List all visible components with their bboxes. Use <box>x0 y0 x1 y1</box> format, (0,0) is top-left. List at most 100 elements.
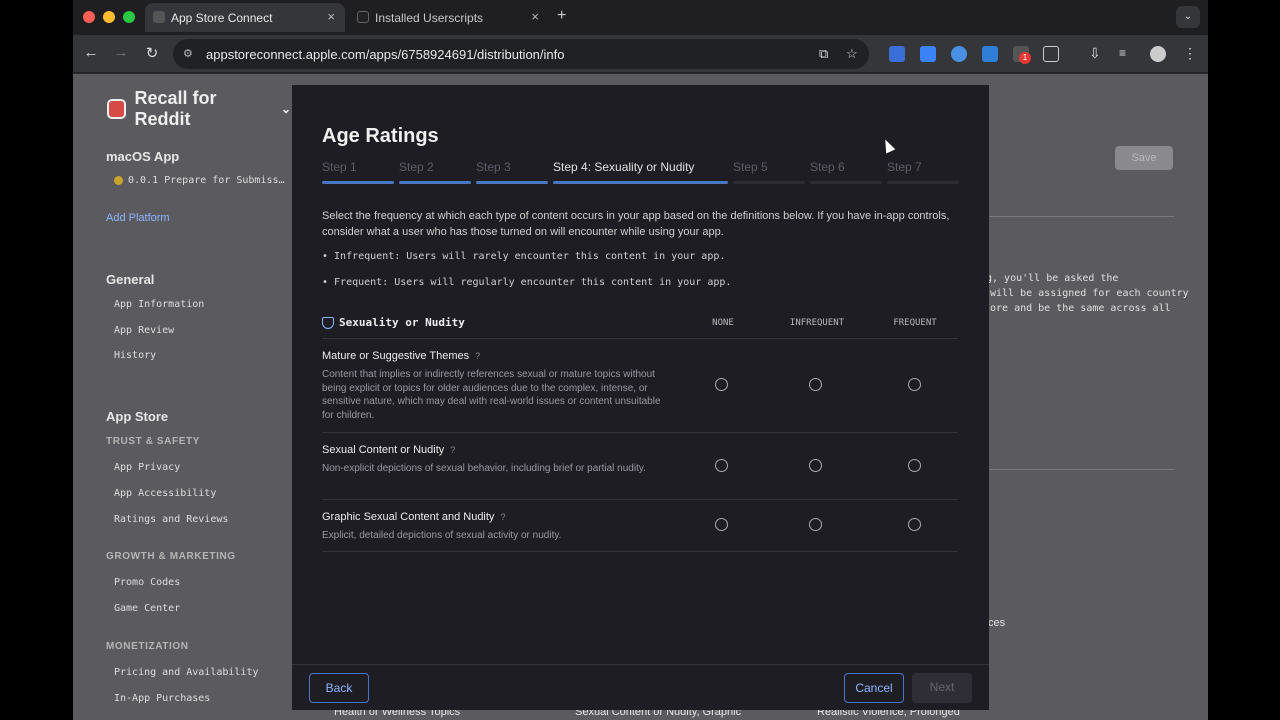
profile-avatar-icon[interactable] <box>1150 46 1166 62</box>
next-button[interactable]: Next <box>912 673 972 703</box>
section-title: Sexuality or Nudity <box>339 316 465 329</box>
sidebar-item-app-accessibility[interactable]: App Accessibility <box>114 488 216 499</box>
bg-text-line: will be assigned for each country <box>990 288 1189 299</box>
bookmark-star-icon[interactable]: ☆ <box>846 46 858 62</box>
bg-text-ces: ces <box>988 617 1006 629</box>
site-settings-icon[interactable]: ⚙ <box>183 47 197 61</box>
sidebar-item-history[interactable]: History <box>114 350 156 361</box>
extensions-puzzle-icon[interactable] <box>1043 46 1059 62</box>
section-header: Sexuality or Nudity <box>322 316 465 329</box>
mail-extension-icon[interactable] <box>889 46 905 62</box>
radio-sexual-infrequent[interactable] <box>809 459 822 472</box>
age-ratings-modal: Age Ratings Step 1 Step 2 Step 3 Step 4:… <box>292 85 989 710</box>
step-3: Step 3 <box>476 160 511 174</box>
apple-icon <box>153 11 165 23</box>
back-button[interactable]: Back <box>309 673 369 703</box>
version-item[interactable]: 0.0.1 Prepare for Submiss… <box>114 175 285 186</box>
step-progress-bar <box>553 181 728 184</box>
step-progress-bar <box>887 181 959 184</box>
minimize-window-button[interactable] <box>103 11 115 23</box>
help-icon[interactable]: ? <box>450 445 455 455</box>
step-6: Step 6 <box>810 160 845 174</box>
app-name: Recall for Reddit <box>134 88 217 129</box>
step-2: Step 2 <box>399 160 434 174</box>
sidebar-item-pricing[interactable]: Pricing and Availability <box>114 667 259 678</box>
page-content: Recall for Reddit ⌄ macOS App 0.0.1 Prep… <box>73 74 1208 720</box>
install-app-icon[interactable]: ⧉ <box>819 46 828 62</box>
appstore-header: App Store <box>106 409 169 424</box>
help-icon[interactable]: ? <box>475 351 480 361</box>
radio-mature-none[interactable] <box>715 378 728 391</box>
col-infrequent: INFREQUENT <box>789 318 845 328</box>
tab-search-button[interactable]: ⌄ <box>1176 6 1200 28</box>
step-progress-bar <box>399 181 471 184</box>
radio-graphic-none[interactable] <box>715 518 728 531</box>
sidebar-item-app-privacy[interactable]: App Privacy <box>114 462 180 473</box>
divider <box>322 499 958 500</box>
close-window-button[interactable] <box>83 11 95 23</box>
download-icon[interactable]: ⇩ <box>1089 46 1105 62</box>
tab-strip: App Store Connect × Installed Userscript… <box>73 0 1208 35</box>
app-switcher[interactable]: Recall for Reddit ⌄ <box>107 88 291 130</box>
help-icon[interactable]: ? <box>500 512 505 522</box>
puzzle-blue-extension-icon[interactable] <box>982 46 998 62</box>
sidebar-item-app-review[interactable]: App Review <box>114 325 174 336</box>
url-text[interactable]: appstoreconnect.apple.com/apps/675892469… <box>206 47 564 62</box>
tab-installed-userscripts[interactable]: Installed Userscripts × <box>349 3 549 32</box>
step-progress-bar <box>322 181 394 184</box>
reload-button[interactable]: ↻ <box>142 44 162 62</box>
step-progress-bar <box>733 181 805 184</box>
userscripts-icon <box>357 11 369 23</box>
step-progress-bar <box>810 181 882 184</box>
radio-mature-frequent[interactable] <box>908 378 921 391</box>
bullet-frequent: • Frequent: Users will regularly encount… <box>322 277 732 288</box>
question-title: Sexual Content or Nudity ? <box>322 444 455 456</box>
forward-button[interactable]: → <box>111 44 131 61</box>
cancel-button[interactable]: Cancel <box>844 673 904 703</box>
question-title: Graphic Sexual Content and Nudity ? <box>322 511 505 523</box>
divider <box>322 338 958 339</box>
browser-menu-icon[interactable]: ⋮ <box>1183 46 1199 62</box>
divider <box>322 551 958 552</box>
radio-mature-infrequent[interactable] <box>809 378 822 391</box>
globe-extension-icon[interactable] <box>951 46 967 62</box>
close-tab-icon[interactable]: × <box>531 9 539 24</box>
version-label: 0.0.1 Prepare for Submiss… <box>128 175 285 186</box>
doc-extension-icon[interactable] <box>920 46 936 62</box>
media-control-icon[interactable]: ≡ <box>1119 46 1135 62</box>
question-description: Content that implies or indirectly refer… <box>322 369 661 421</box>
tab-app-store-connect[interactable]: App Store Connect × <box>145 3 345 32</box>
footer-divider <box>292 664 989 665</box>
userscripts-extension-icon[interactable]: 1 <box>1013 46 1031 64</box>
sidebar-item-ratings-reviews[interactable]: Ratings and Reviews <box>114 514 228 525</box>
maximize-window-button[interactable] <box>123 11 135 23</box>
radio-graphic-frequent[interactable] <box>908 518 921 531</box>
shield-icon <box>322 316 334 329</box>
sidebar-item-promo-codes[interactable]: Promo Codes <box>114 577 180 588</box>
back-button[interactable]: ← <box>81 44 101 61</box>
address-bar[interactable]: ⚙ appstoreconnect.apple.com/apps/6758924… <box>173 39 869 69</box>
add-platform-link[interactable]: Add Platform <box>106 212 170 224</box>
radio-sexual-frequent[interactable] <box>908 459 921 472</box>
radio-sexual-none[interactable] <box>715 459 728 472</box>
question-label: Sexual Content or Nudity <box>322 444 445 456</box>
new-tab-button[interactable]: + <box>557 7 566 25</box>
col-frequent: FREQUENT <box>893 318 937 328</box>
modal-title: Age Ratings <box>322 125 439 147</box>
close-tab-icon[interactable]: × <box>327 9 335 24</box>
bg-text-line: g, you'll be asked the <box>986 273 1119 284</box>
bullet-infrequent: • Infrequent: Users will rarely encounte… <box>322 251 726 262</box>
sidebar-item-in-app-purchases[interactable]: In-App Purchases <box>114 693 210 704</box>
sidebar-item-game-center[interactable]: Game Center <box>114 603 180 614</box>
step-progress-bar <box>476 181 548 184</box>
question-description: Non-explicit depictions of sexual behavi… <box>322 463 646 474</box>
sidebar-item-app-information[interactable]: App Information <box>114 299 204 310</box>
step-5: Step 5 <box>733 160 768 174</box>
question-title: Mature or Suggestive Themes ? <box>322 350 480 362</box>
extension-badge: 1 <box>1019 52 1031 64</box>
chevron-down-icon: ⌄ <box>280 102 291 116</box>
bg-text-line: ore and be the same across all <box>990 303 1171 314</box>
growth-marketing-header: GROWTH & MARKETING <box>106 551 236 562</box>
radio-graphic-infrequent[interactable] <box>809 518 822 531</box>
step-1: Step 1 <box>322 160 357 174</box>
